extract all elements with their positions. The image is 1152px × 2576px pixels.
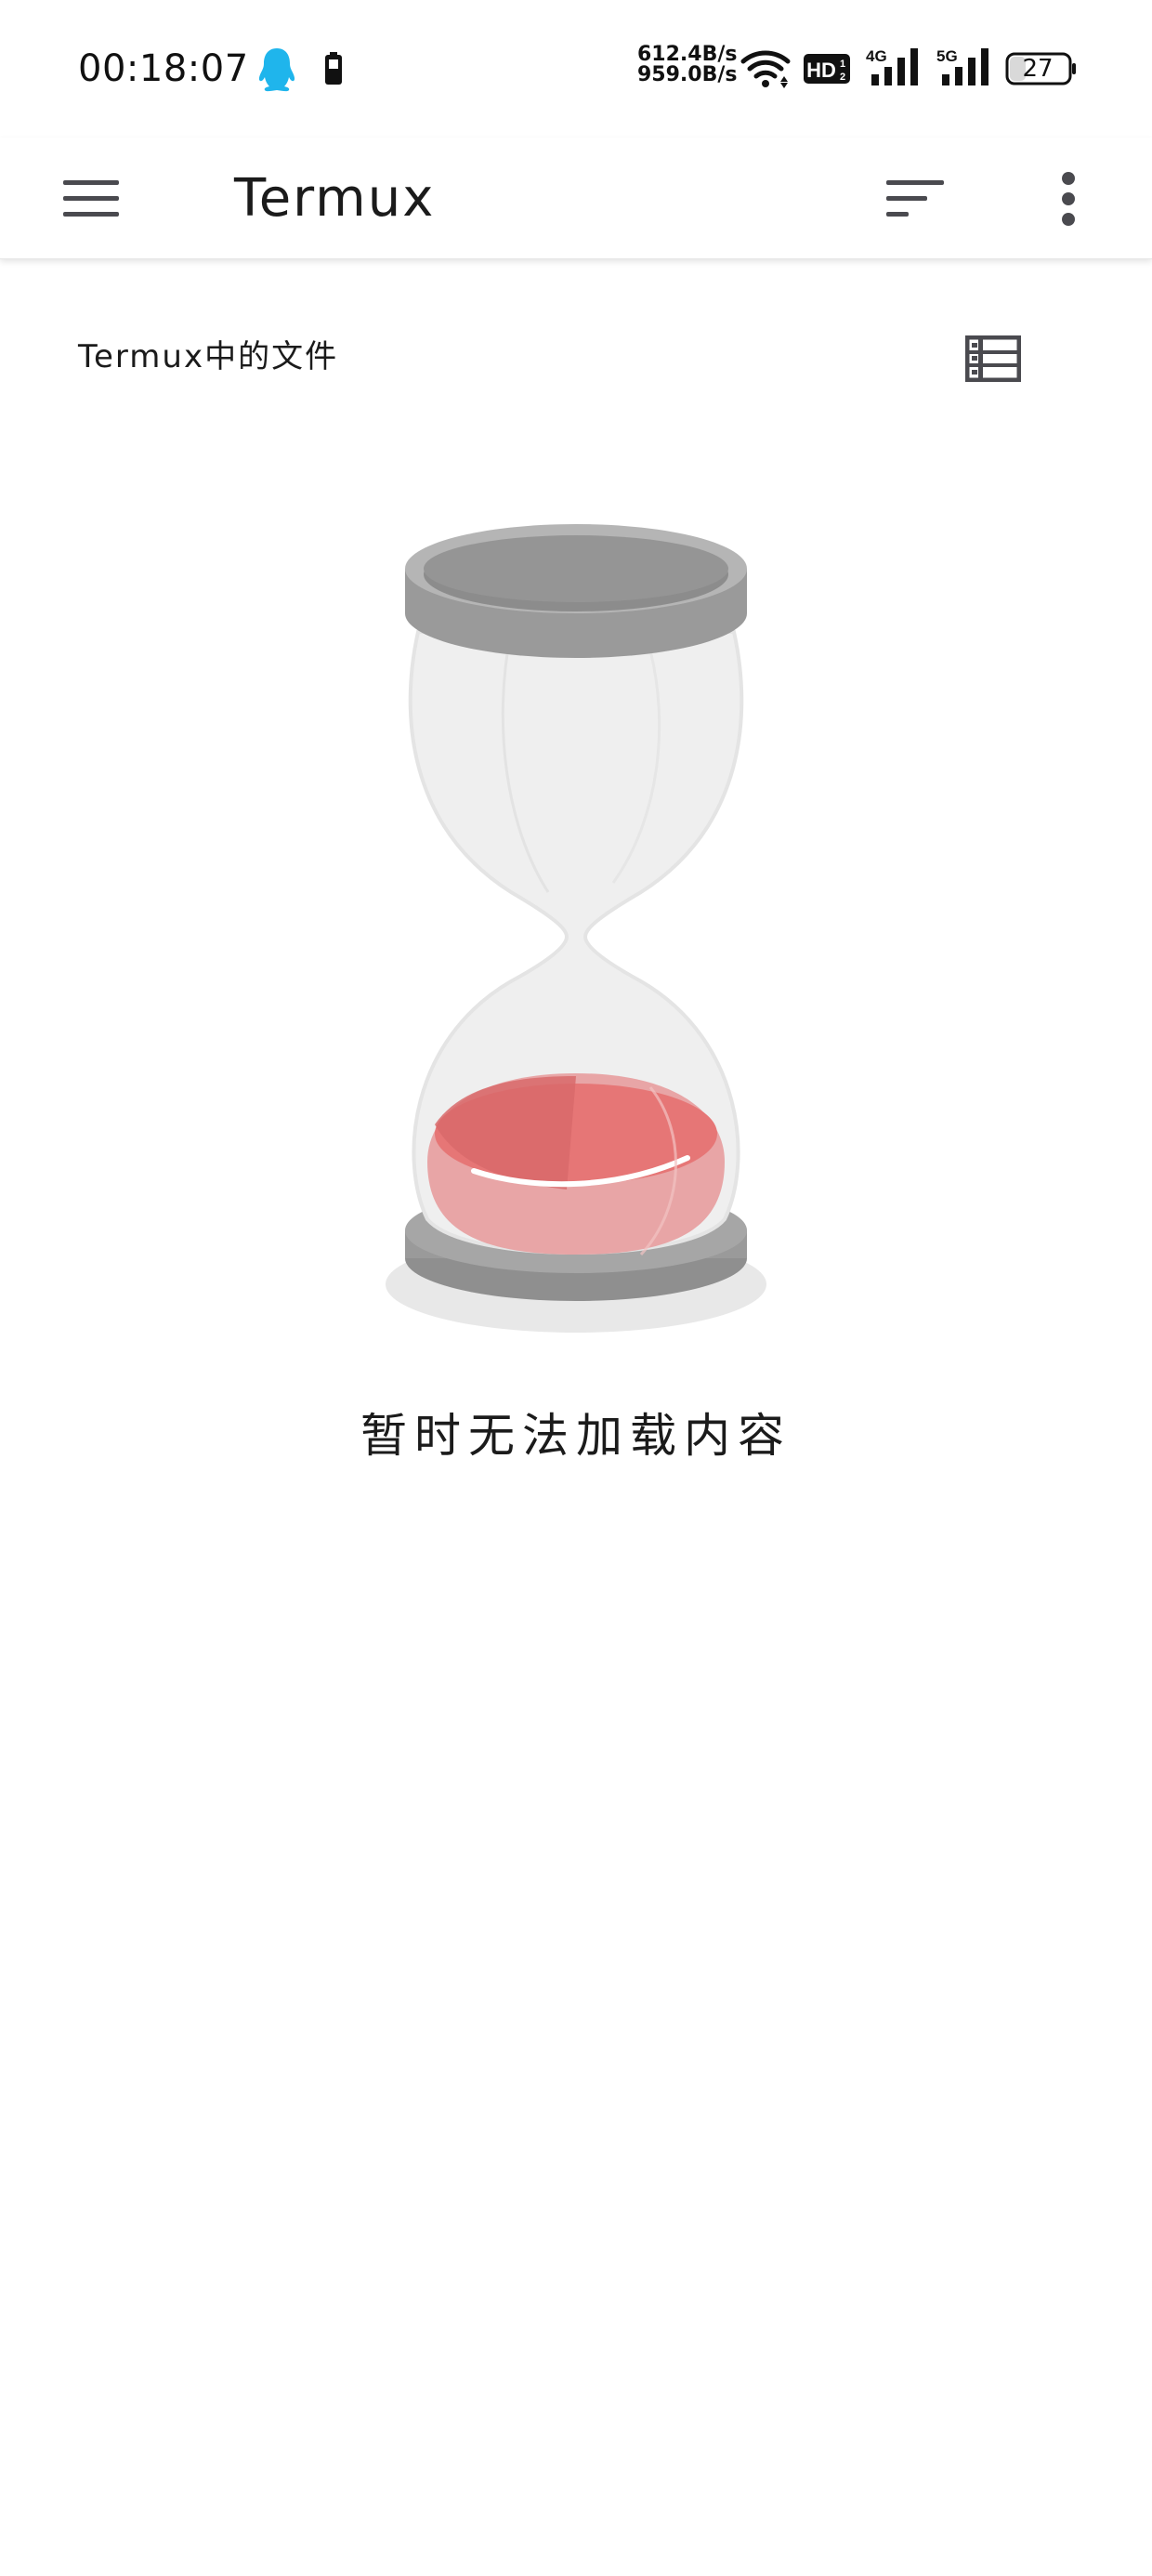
- wifi-icon: [740, 50, 791, 88]
- upload-speed: 612.4B/s: [637, 43, 738, 66]
- signal-4g-icon: 4G: [866, 47, 918, 85]
- empty-state: 暂时无法加载内容: [0, 520, 1152, 1543]
- hamburger-menu-icon: [63, 180, 119, 217]
- svg-text:2: 2: [840, 72, 845, 83]
- signal-5g-icon: 5G: [936, 47, 988, 85]
- list-view-icon: [965, 335, 1021, 382]
- network-4g-label: 4G: [866, 47, 887, 65]
- hd-voice-icon: HD 1 2: [804, 54, 850, 84]
- battery-level: 27: [1022, 55, 1054, 83]
- sort-button[interactable]: [875, 165, 953, 232]
- list-view-toggle-button[interactable]: [955, 331, 1031, 387]
- qq-penguin-icon: [258, 48, 295, 92]
- app-bar: Termux: [0, 138, 1152, 259]
- section-title: Termux中的文件: [78, 338, 339, 375]
- hd-label: HD: [806, 59, 836, 82]
- svg-text:1: 1: [840, 59, 845, 70]
- network-5g-label: 5G: [936, 47, 958, 65]
- sort-icon: [886, 180, 944, 217]
- empty-state-message: 暂时无法加载内容: [360, 1409, 792, 1463]
- section-header: Termux中的文件: [0, 258, 1152, 463]
- battery-saver-icon: [325, 52, 342, 85]
- menu-button[interactable]: [52, 165, 130, 232]
- network-speed: 612.4B/s 959.0B/s: [637, 43, 738, 86]
- app-title: Termux: [234, 168, 436, 229]
- status-bar: 00:18:07 612.4B/s 959.0B/s HD 1 2 4G 5G: [0, 0, 1152, 138]
- more-vertical-icon: [1062, 172, 1075, 226]
- status-time: 00:18:07: [78, 47, 249, 90]
- more-options-button[interactable]: [1031, 164, 1106, 234]
- hourglass-illustration: [386, 524, 766, 1333]
- download-speed: 959.0B/s: [637, 63, 738, 86]
